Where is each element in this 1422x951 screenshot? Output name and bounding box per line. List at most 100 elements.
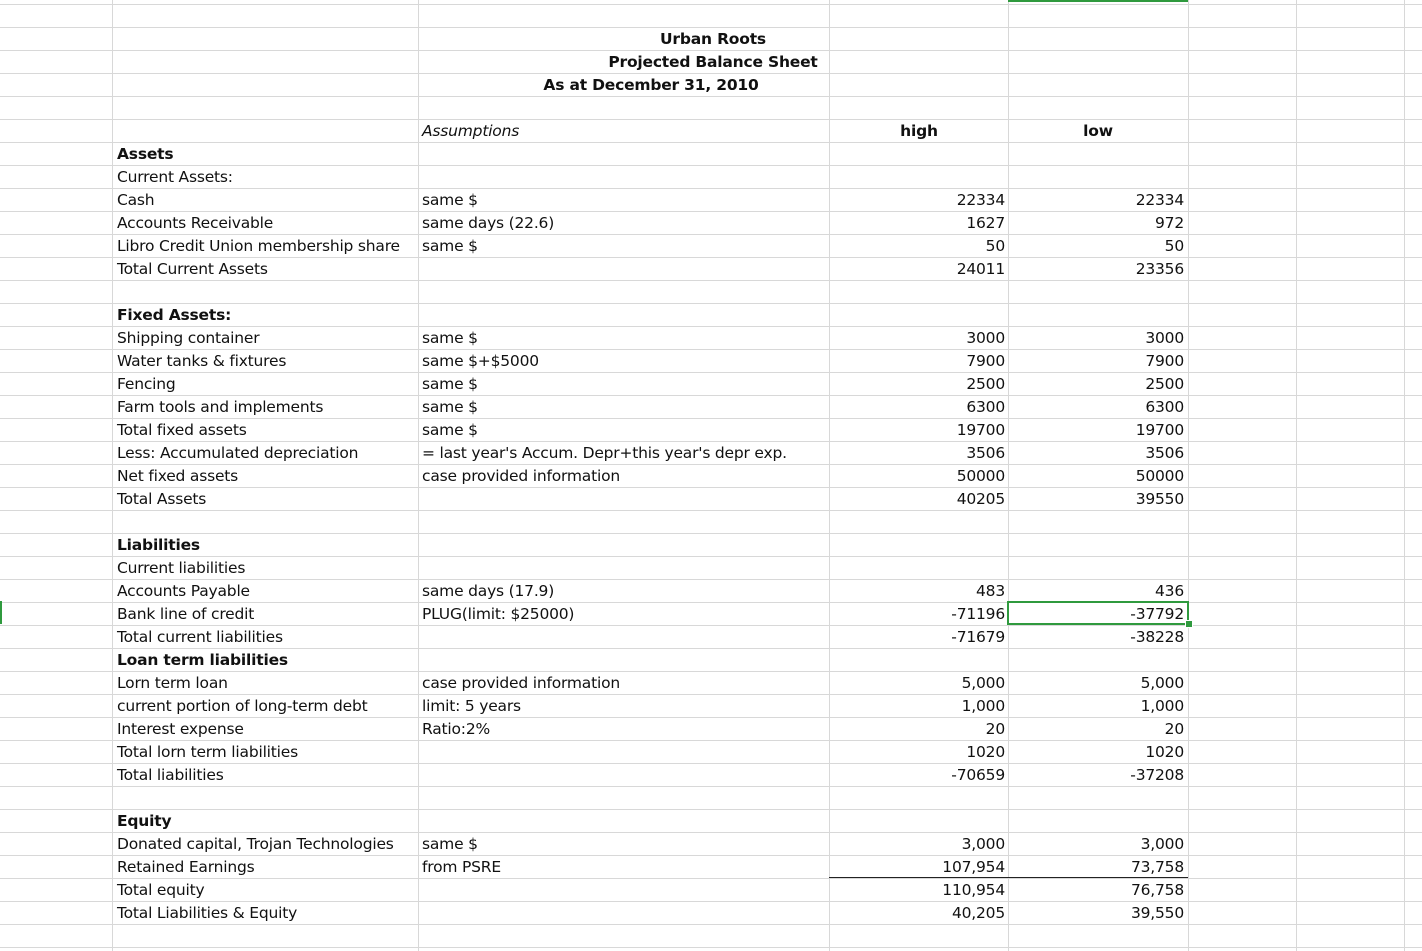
row-label-cell[interactable]: Total fixed assets [117,419,417,442]
assumption-cell[interactable]: same $ [422,373,822,396]
low-value-cell[interactable]: 50000 [1008,465,1187,488]
assumption-cell[interactable]: PLUG(limit: $25000) [422,603,822,626]
high-value-cell[interactable]: 5,000 [829,672,1008,695]
high-value-cell[interactable]: 1627 [829,212,1008,235]
row-label-cell[interactable]: Donated capital, Trojan Technologies [117,833,417,856]
high-value-cell[interactable]: 1020 [829,741,1008,764]
low-value-cell[interactable]: 7900 [1008,350,1187,373]
low-value-cell[interactable]: 436 [1008,580,1187,603]
low-value-cell[interactable]: 39550 [1008,488,1187,511]
row-label-cell[interactable]: Total liabilities [117,764,417,787]
row-label-cell[interactable]: Farm tools and implements [117,396,417,419]
high-value-cell[interactable]: 107,954 [829,856,1008,879]
row-label-cell[interactable]: Libro Credit Union membership share [117,235,417,258]
low-value-cell[interactable]: 972 [1008,212,1187,235]
low-value-cell[interactable]: 23356 [1008,258,1187,281]
row-label-cell[interactable] [117,511,417,534]
row-label-cell[interactable]: Liabilities [117,534,417,557]
row-label-cell[interactable]: Interest expense [117,718,417,741]
sheet-title-company[interactable]: Urban Roots [418,28,1008,51]
high-value-cell[interactable]: 24011 [829,258,1008,281]
row-label-cell[interactable]: Accounts Receivable [117,212,417,235]
assumption-cell[interactable]: same days (22.6) [422,212,822,235]
assumption-cell[interactable]: same $ [422,419,822,442]
row-label-cell[interactable]: Bank line of credit [117,603,417,626]
row-label-cell[interactable]: Accounts Payable [117,580,417,603]
low-value-cell[interactable]: 6300 [1008,396,1187,419]
row-label-cell[interactable]: Total Liabilities & Equity [117,902,417,925]
assumption-cell[interactable]: same days (17.9) [422,580,822,603]
high-value-cell[interactable]: 50000 [829,465,1008,488]
high-value-cell[interactable]: 22334 [829,189,1008,212]
assumptions-header[interactable]: Assumptions [422,120,822,143]
high-value-cell[interactable]: 1,000 [829,695,1008,718]
low-value-cell[interactable]: 3000 [1008,327,1187,350]
low-value-cell[interactable]: -38228 [1008,626,1187,649]
low-value-cell[interactable]: 5,000 [1008,672,1187,695]
assumption-cell[interactable]: case provided information [422,465,822,488]
low-value-cell[interactable]: 2500 [1008,373,1187,396]
low-header[interactable]: low [1008,120,1188,143]
spreadsheet-grid[interactable]: Urban Roots Projected Balance Sheet As a… [0,0,1422,951]
high-value-cell[interactable]: 483 [829,580,1008,603]
low-value-cell[interactable]: 20 [1008,718,1187,741]
row-label-cell[interactable]: Equity [117,810,417,833]
low-value-cell[interactable]: -37208 [1008,764,1187,787]
low-value-cell[interactable]: 39,550 [1008,902,1187,925]
high-value-cell[interactable]: 7900 [829,350,1008,373]
sheet-title-date[interactable]: As at December 31, 2010 [418,74,884,97]
low-value-cell[interactable]: 50 [1008,235,1187,258]
sheet-title-statement[interactable]: Projected Balance Sheet [418,51,1008,74]
low-value-cell[interactable]: 76,758 [1008,879,1187,902]
row-label-cell[interactable] [117,281,417,304]
row-label-cell[interactable]: Current liabilities [117,557,417,580]
high-value-cell[interactable]: 6300 [829,396,1008,419]
assumption-cell[interactable]: same $ [422,235,822,258]
row-label-cell[interactable]: Total Assets [117,488,417,511]
assumption-cell[interactable]: Ratio:2% [422,718,822,741]
assumption-cell[interactable]: = last year's Accum. Depr+this year's de… [422,442,822,465]
high-value-cell[interactable]: 110,954 [829,879,1008,902]
fill-handle[interactable] [1185,620,1193,628]
row-label-cell[interactable]: Fixed Assets: [117,304,417,327]
high-value-cell[interactable]: 20 [829,718,1008,741]
low-value-cell[interactable]: 3506 [1008,442,1187,465]
row-label-cell[interactable]: Current Assets: [117,166,417,189]
high-value-cell[interactable]: 3,000 [829,833,1008,856]
row-label-cell[interactable]: Total lorn term liabilities [117,741,417,764]
assumption-cell[interactable]: same $ [422,396,822,419]
row-label-cell[interactable]: Shipping container [117,327,417,350]
row-label-cell[interactable]: Total current liabilities [117,626,417,649]
row-label-cell[interactable]: Cash [117,189,417,212]
high-value-cell[interactable]: -71196 [829,603,1008,626]
row-label-cell[interactable]: Assets [117,143,417,166]
row-label-cell[interactable]: Net fixed assets [117,465,417,488]
high-value-cell[interactable]: 3506 [829,442,1008,465]
high-value-cell[interactable]: -70659 [829,764,1008,787]
row-label-cell[interactable]: Water tanks & fixtures [117,350,417,373]
high-value-cell[interactable]: 40205 [829,488,1008,511]
row-label-cell[interactable]: current portion of long-term debt [117,695,417,718]
low-value-cell[interactable]: 22334 [1008,189,1187,212]
row-label-cell[interactable]: Total equity [117,879,417,902]
high-value-cell[interactable]: -71679 [829,626,1008,649]
row-label-cell[interactable]: Retained Earnings [117,856,417,879]
high-value-cell[interactable]: 3000 [829,327,1008,350]
low-value-cell[interactable]: 73,758 [1008,856,1187,879]
assumption-cell[interactable]: from PSRE [422,856,822,879]
low-value-cell[interactable]: 1020 [1008,741,1187,764]
row-label-cell[interactable]: Fencing [117,373,417,396]
high-header[interactable]: high [829,120,1009,143]
low-value-cell[interactable]: 3,000 [1008,833,1187,856]
low-value-cell[interactable]: 19700 [1008,419,1187,442]
high-value-cell[interactable]: 50 [829,235,1008,258]
high-value-cell[interactable]: 19700 [829,419,1008,442]
row-label-cell[interactable]: Lorn term loan [117,672,417,695]
low-value-cell[interactable]: 1,000 [1008,695,1187,718]
high-value-cell[interactable]: 40,205 [829,902,1008,925]
row-label-cell[interactable] [117,787,417,810]
row-label-cell[interactable]: Less: Accumulated depreciation [117,442,417,465]
assumption-cell[interactable]: case provided information [422,672,822,695]
assumption-cell[interactable]: same $+$5000 [422,350,822,373]
assumption-cell[interactable]: limit: 5 years [422,695,822,718]
